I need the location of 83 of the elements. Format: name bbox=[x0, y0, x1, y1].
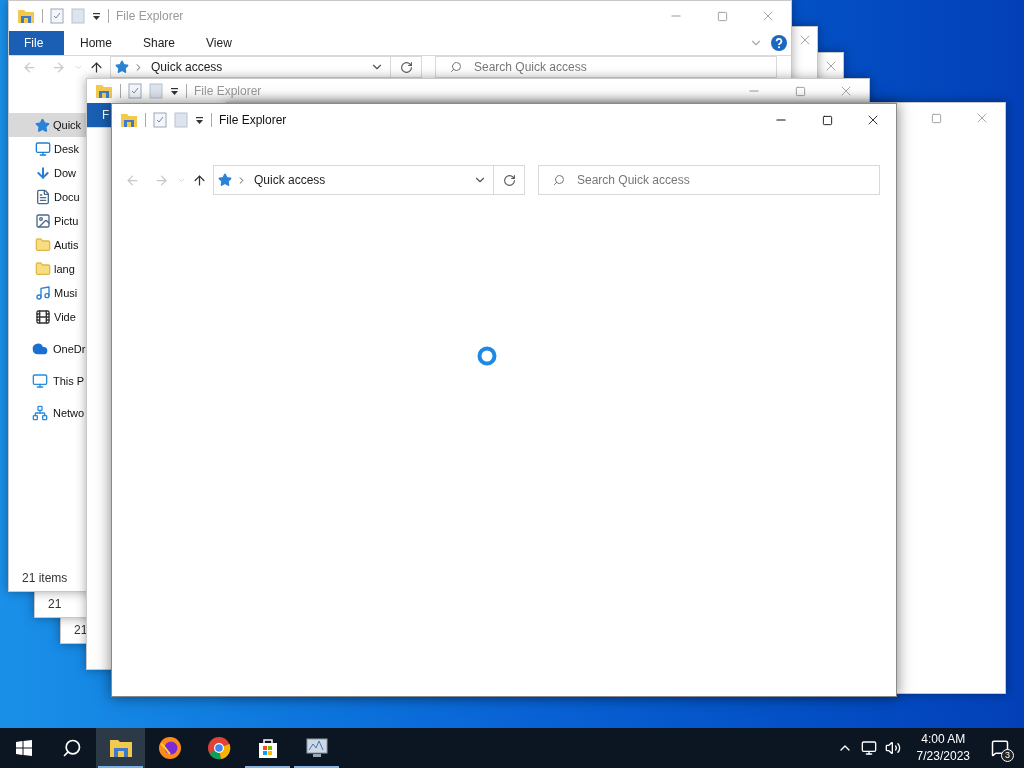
search-field[interactable]: Search Quick access bbox=[435, 56, 777, 78]
ribbon-tab[interactable]: View bbox=[191, 31, 247, 55]
music-note-icon bbox=[35, 285, 51, 301]
film-icon bbox=[35, 309, 51, 325]
monitor-icon bbox=[32, 373, 48, 389]
star-icon bbox=[218, 173, 232, 187]
loading-spinner bbox=[477, 346, 497, 366]
dropdown-icon[interactable] bbox=[195, 115, 204, 125]
notification-count: 3 bbox=[1001, 749, 1014, 762]
dropdown-icon[interactable] bbox=[92, 11, 101, 21]
search-placeholder: Search Quick access bbox=[474, 59, 587, 76]
window-title: File Explorer bbox=[219, 112, 287, 129]
sidebar-item[interactable]: Autis bbox=[9, 233, 87, 257]
sidebar-item[interactable]: Quick bbox=[9, 113, 87, 137]
file-tab[interactable]: F bbox=[87, 103, 111, 127]
up-icon[interactable] bbox=[89, 59, 104, 75]
sidebar-item[interactable]: Dow bbox=[9, 161, 87, 185]
store-bag-icon bbox=[256, 737, 279, 759]
sidebar-item[interactable]: This P bbox=[9, 369, 87, 393]
fox-globe-icon bbox=[157, 736, 182, 760]
document-icon bbox=[35, 189, 51, 205]
dropdown-icon[interactable] bbox=[170, 86, 179, 96]
properties-icon[interactable] bbox=[128, 83, 142, 99]
volume-icon[interactable] bbox=[884, 740, 901, 756]
ribbon-tab[interactable]: Share bbox=[128, 31, 191, 55]
search-icon bbox=[62, 738, 82, 758]
taskbar-app-button[interactable] bbox=[96, 728, 145, 768]
search-field[interactable]: Search Quick access bbox=[538, 165, 880, 195]
status-text: 21 bbox=[74, 622, 88, 639]
maximize-icon bbox=[930, 112, 942, 124]
refresh-button[interactable] bbox=[494, 165, 525, 195]
folder-icon bbox=[95, 83, 113, 99]
monitor-icon bbox=[35, 141, 51, 157]
refresh-icon bbox=[399, 60, 413, 74]
back-icon[interactable] bbox=[22, 59, 37, 75]
address-text: Quick access bbox=[151, 59, 223, 76]
folder-icon bbox=[120, 112, 138, 128]
forward-icon[interactable] bbox=[154, 172, 169, 188]
up-icon[interactable] bbox=[192, 172, 207, 188]
file-tab[interactable]: File bbox=[9, 31, 64, 55]
folder-icon bbox=[35, 237, 51, 253]
browser-icon bbox=[206, 736, 231, 760]
search-placeholder: Search Quick access bbox=[577, 172, 690, 189]
status-text: 21 bbox=[48, 596, 62, 613]
star-icon bbox=[115, 60, 129, 74]
sidebar-item[interactable]: Vide bbox=[9, 305, 87, 329]
help-icon[interactable] bbox=[771, 35, 787, 51]
forward-icon[interactable] bbox=[51, 59, 66, 75]
maximize-icon bbox=[821, 114, 833, 126]
sidebar-item[interactable]: Desk bbox=[9, 137, 87, 161]
sidebar-item[interactable]: lang bbox=[9, 257, 87, 281]
sidebar-item[interactable]: Netwo bbox=[9, 401, 87, 425]
notification-button[interactable]: 3 bbox=[976, 728, 1024, 768]
window-title: File Explorer bbox=[116, 8, 184, 25]
monitor-chart-icon bbox=[304, 737, 329, 759]
sidebar-item[interactable]: Docu bbox=[9, 185, 87, 209]
address-text: Quick access bbox=[254, 172, 326, 189]
properties-icon[interactable] bbox=[50, 8, 64, 24]
address-bar[interactable]: Quick access bbox=[110, 56, 391, 78]
refresh-icon bbox=[502, 173, 516, 187]
back-icon[interactable] bbox=[125, 172, 140, 188]
search-icon bbox=[553, 174, 565, 186]
folder-icon bbox=[17, 8, 35, 24]
ribbon-tab[interactable]: Home bbox=[65, 31, 127, 55]
sidebar-item[interactable]: OneDr bbox=[9, 337, 87, 361]
cloud-icon bbox=[32, 341, 48, 357]
image-icon bbox=[35, 213, 51, 229]
search-icon bbox=[450, 61, 462, 73]
maximize-icon bbox=[794, 85, 806, 97]
window-title: File Explorer bbox=[194, 83, 262, 100]
sidebar-item[interactable]: Pictu bbox=[9, 209, 87, 233]
maximize-icon bbox=[716, 10, 728, 22]
sidebar-item[interactable]: Musi bbox=[9, 281, 87, 305]
new-folder-icon[interactable] bbox=[149, 83, 163, 99]
folder-icon bbox=[108, 738, 133, 758]
address-bar[interactable]: Quick access bbox=[213, 165, 494, 195]
status-text: 21 items bbox=[22, 570, 68, 587]
windows-logo-icon bbox=[16, 740, 32, 756]
folder-icon bbox=[35, 261, 51, 277]
clock[interactable]: 4:00 AM 7/23/2023 bbox=[910, 731, 976, 765]
star-icon bbox=[35, 117, 50, 133]
notification-icon bbox=[991, 739, 1009, 757]
properties-icon[interactable] bbox=[153, 112, 167, 128]
